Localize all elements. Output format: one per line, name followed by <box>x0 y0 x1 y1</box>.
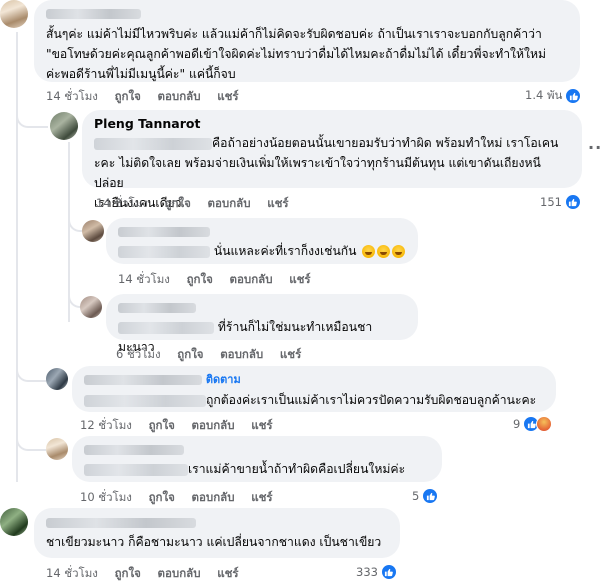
like-icon <box>422 488 439 504</box>
author-name[interactable]: Pleng Tannarot <box>94 115 570 133</box>
more-icon[interactable]: ··· <box>588 138 600 157</box>
like-button[interactable]: ถูกใจ <box>187 272 213 286</box>
comment-bubble: สั้นๆค่ะ แม่ค้าไม่มีไหวพริบค่ะ แล้วแม่ค้… <box>34 0 580 82</box>
reply-button[interactable]: ตอบกลับ <box>208 196 251 210</box>
blurred-author-name[interactable] <box>46 517 196 528</box>
share-button[interactable]: แชร์ <box>289 272 310 286</box>
share-button[interactable]: แชร์ <box>251 418 272 432</box>
comment-text: เราแม่ค้าขายน้ำถ้าทำผิดคือเปลี่ยนใหม่ค่ะ <box>188 462 406 476</box>
timestamp[interactable]: 10 ชั่วโมง <box>80 490 132 504</box>
comment-text: นั่นแหละค่ะที่เราก็งงเช่นกัน <box>213 244 357 258</box>
like-icon <box>380 564 397 580</box>
like-button[interactable]: ถูกใจ <box>149 490 175 504</box>
like-button[interactable]: ถูกใจ <box>177 347 203 361</box>
timestamp[interactable]: 14 ชั่วโมง <box>46 566 98 580</box>
share-button[interactable]: แชร์ <box>267 196 288 210</box>
like-button[interactable]: ถูกใจ <box>165 196 191 210</box>
angry-icon <box>536 416 553 432</box>
avatar[interactable] <box>46 438 68 460</box>
share-button[interactable]: แชร์ <box>251 490 272 504</box>
reaction-count[interactable]: 151 <box>540 194 581 210</box>
share-button[interactable]: แชร์ <box>280 347 301 361</box>
blurred-author-name[interactable] <box>118 302 196 313</box>
comment-text-line: ค่ะพอดีร้านพี่ไม่มีเมนูนี้ค่ะ" แค่นี้ก็จ… <box>46 67 236 81</box>
blurred-author-name[interactable] <box>46 8 141 19</box>
comment-text-line: สั้นๆค่ะ แม่ค้าไม่มีไหวพริบค่ะ แล้วแม่ค้… <box>46 27 542 41</box>
comment-bubble: ติดตาม ถูกต้องค่ะเราเป็นแม่ค้าเราไม่ควรป… <box>72 366 556 412</box>
comment-meta: 14 ชั่วโมง ถูกใจ ตอบกลับ แชร์ <box>46 88 252 106</box>
comment-meta: 14 ชั่วโมง ถูกใจ ตอบกลับ แชร์ <box>118 271 324 289</box>
reaction-count-text: 151 <box>540 195 562 209</box>
blurred-mention[interactable] <box>94 137 212 150</box>
reaction-count-text: 9 <box>513 417 521 431</box>
follow-button[interactable]: ติดตาม <box>206 373 241 386</box>
blurred-mention[interactable] <box>84 463 188 476</box>
thread-curve-reply4 <box>16 356 46 382</box>
like-button[interactable]: ถูกใจ <box>149 418 175 432</box>
like-button[interactable]: ถูกใจ <box>115 566 141 580</box>
comment-bubble: เราแม่ค้าขายน้ำถ้าทำผิดคือเปลี่ยนใหม่ค่ะ <box>72 436 442 482</box>
avatar[interactable] <box>0 0 28 28</box>
avatar[interactable] <box>0 508 28 536</box>
comment-bubble: Pleng Tannarot คือถ้าอย่างน้อยตอนนั้นเขา… <box>82 110 582 210</box>
timestamp[interactable]: 14 ชั่วโมง <box>96 196 148 210</box>
blurred-author-name[interactable] <box>84 374 202 385</box>
comment-text-line: "ขอโทษด้วยค่ะคุณลูกค้าพอดีเข้าใจผิดค่ะไม… <box>46 47 547 61</box>
thread-curve-reply1 <box>16 100 48 128</box>
reply-button[interactable]: ตอบกลับ <box>158 89 201 103</box>
comment-text-line: ะคะ ไม่ติดใจเลย พร้อมจ่ายเงินเพิ่มให้เพร… <box>94 156 541 190</box>
reply-button[interactable]: ตอบกลับ <box>230 272 273 286</box>
avatar[interactable] <box>80 296 102 318</box>
reaction-count[interactable]: 333 <box>356 564 397 580</box>
reaction-count[interactable]: 9 <box>513 416 553 432</box>
comment-meta: 14 ชั่วโมง ถูกใจ ตอบกลับ แชร์ <box>46 565 252 583</box>
comment-text: ชาเขียวมะนาว ก็คือชามะนาว แค่เปลี่ยนจากช… <box>46 535 382 549</box>
reaction-count-text: 5 <box>412 489 420 503</box>
reply-button[interactable]: ตอบกลับ <box>220 347 263 361</box>
avatar[interactable] <box>50 112 78 140</box>
like-icon <box>565 88 582 104</box>
comment-bubble: ที่ร้านก็ไม่ใช่มนะทำเหมือนชามะนาว <box>106 294 418 354</box>
comment-bubble: นั่นแหละค่ะที่เราก็งงเช่นกัน <box>106 218 418 264</box>
comment-text: ถูกต้องค่ะเราเป็นแม่ค้าเราไม่ควรปัดความร… <box>206 393 537 407</box>
comment-meta: 12 ชั่วโมง ถูกใจ ตอบกลับ แชร์ <box>80 417 286 435</box>
blurred-author-name[interactable] <box>118 226 210 237</box>
timestamp[interactable]: 12 ชั่วโมง <box>80 418 132 432</box>
thread-curve-reply2 <box>68 210 82 232</box>
reaction-count-text: 333 <box>356 565 378 579</box>
timestamp[interactable]: 6 ชั่วโมง <box>116 347 161 361</box>
blurred-mention[interactable] <box>118 245 210 258</box>
comment-text-line: คือถ้าอย่างน้อยตอนนั้นเขายอมรับว่าทำผิด … <box>212 136 559 150</box>
laughing-emoji-icon <box>377 245 391 258</box>
comment-meta: 6 ชั่วโมง ถูกใจ ตอบกลับ แชร์ <box>116 346 314 364</box>
reaction-count-text: 1.4 พัน <box>525 88 563 102</box>
comment-meta: 10 ชั่วโมง ถูกใจ ตอบกลับ แชร์ <box>80 489 286 507</box>
laughing-emoji-icon <box>392 245 406 258</box>
blurred-mention[interactable] <box>118 321 214 334</box>
timestamp[interactable]: 14 ชั่วโมง <box>46 89 98 103</box>
blurred-mention[interactable] <box>84 394 206 407</box>
comment-bubble: ชาเขียวมะนาว ก็คือชามะนาว แค่เปลี่ยนจากช… <box>34 508 400 558</box>
reaction-count[interactable]: 1.4 พัน <box>525 87 582 105</box>
comment-meta: 14 ชั่วโมง ถูกใจ ตอบกลับ แชร์ <box>96 195 302 213</box>
reply-button[interactable]: ตอบกลับ <box>192 418 235 432</box>
share-button[interactable]: แชร์ <box>217 566 238 580</box>
reaction-count[interactable]: 5 <box>412 488 439 504</box>
share-button[interactable]: แชร์ <box>217 89 238 103</box>
laughing-emoji-icon <box>362 245 376 258</box>
avatar[interactable] <box>46 368 68 390</box>
reply-button[interactable]: ตอบกลับ <box>158 566 201 580</box>
like-button[interactable]: ถูกใจ <box>115 89 141 103</box>
avatar[interactable] <box>82 220 104 242</box>
timestamp[interactable]: 14 ชั่วโมง <box>118 272 170 286</box>
reply-button[interactable]: ตอบกลับ <box>192 490 235 504</box>
like-icon <box>564 194 581 210</box>
thread-curve-reply5 <box>16 425 46 451</box>
blurred-author-name[interactable] <box>84 444 184 455</box>
